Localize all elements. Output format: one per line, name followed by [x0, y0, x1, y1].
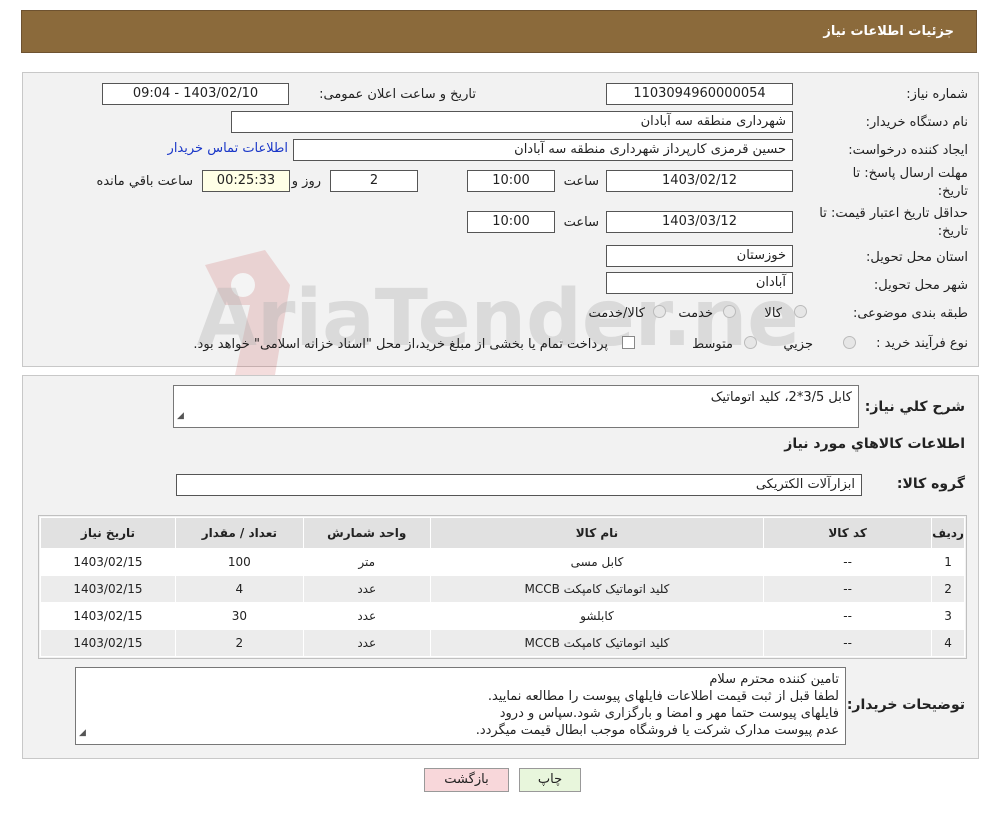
category-option-service: خدمت [678, 306, 713, 321]
city-label: شهر محل تحویل: [873, 278, 968, 293]
col-date: تاریخ نیاز [40, 517, 176, 549]
price-validity-date: 1403/03/12 [606, 211, 793, 233]
buyer-notes-line: تامین کننده محترم سلام [709, 672, 839, 687]
col-code: کد کالا [763, 517, 933, 549]
cell-qty: 2 [174, 629, 304, 657]
cell-name: کابل مسی [429, 548, 765, 576]
buyer-org-field: شهرداری منطقه سه آبادان [231, 111, 793, 133]
cell-name: کلید اتوماتیک کامپکت MCCB [429, 629, 765, 657]
summary-textarea: کابل 3/5*2، کلید اتوماتیک ◢ [173, 385, 859, 428]
cell-unit: عدد [302, 602, 431, 630]
price-time-label: ساعت [563, 215, 599, 230]
province-label: استان محل تحویل: [866, 250, 968, 265]
table-row: 1 -- کابل مسی متر 100 1403/02/15 [40, 548, 965, 576]
cell-qty: 100 [174, 548, 304, 576]
table-row: 2 -- کلید اتوماتیک کامپکت MCCB عدد 4 140… [40, 575, 965, 603]
col-name: نام کالا [429, 517, 765, 549]
print-button[interactable]: چاپ [519, 768, 581, 792]
price-validity-label: حداقل تاریخ اعتبار قیمت: تا [819, 206, 968, 221]
process-option-medium: متوسط [692, 337, 733, 352]
table-header-row: ردیف کد کالا نام کالا واحد شمارش تعداد /… [40, 517, 965, 549]
cell-name: کلید اتوماتیک کامپکت MCCB [429, 575, 765, 603]
buyer-contact-link[interactable]: اطلاعات تماس خریدار [168, 141, 288, 156]
summary-label: شرح کلي نياز: [864, 399, 965, 415]
table-row: 4 -- کلید اتوماتیک کامپکت MCCB عدد 2 140… [40, 629, 965, 657]
category-option-goods-service: کالا/خدمت [588, 306, 645, 321]
cell-code: -- [763, 602, 933, 630]
city-field: آبادان [606, 272, 793, 294]
cell-code: -- [763, 575, 933, 603]
reply-deadline-label: مهلت ارسال پاسخ: تا [852, 166, 968, 181]
page-header: جزئیات اطلاعات نیاز [21, 10, 977, 53]
price-validity-label-2: تاریخ: [937, 224, 968, 239]
reply-deadline-label-2: تاریخ: [937, 184, 968, 199]
cell-name: کابلشو [429, 602, 765, 630]
cell-unit: عدد [302, 575, 431, 603]
cell-code: -- [763, 629, 933, 657]
cell-code: -- [763, 548, 933, 576]
cell-date: 1403/02/15 [40, 629, 176, 657]
need-number-field: 1103094960000054 [606, 83, 793, 105]
remaining-time-field: 00:25:33 [202, 170, 290, 192]
cell-qty: 4 [174, 575, 304, 603]
reply-days-field: 2 [330, 170, 418, 192]
category-radio-goods[interactable] [794, 305, 807, 318]
treasury-checkbox[interactable] [622, 336, 635, 349]
remaining-label: ساعت باقي مانده [96, 174, 193, 189]
announce-datetime-field: 1403/02/10 - 09:04 [102, 83, 289, 105]
goods-group-field: ابزارآلات الکتریکی [176, 474, 862, 496]
goods-group-label: گروه کالا: [896, 476, 965, 492]
summary-text: کابل 3/5*2، کلید اتوماتیک [710, 390, 852, 405]
cell-qty: 30 [174, 602, 304, 630]
buyer-org-label: نام دستگاه خریدار: [865, 115, 968, 130]
reply-deadline-date: 1403/02/12 [606, 170, 793, 192]
days-label: روز و [291, 174, 321, 189]
process-option-minor: جزیي [783, 337, 813, 352]
announce-datetime-label: تاریخ و ساعت اعلان عمومی: [319, 87, 476, 102]
col-unit: واحد شمارش [302, 517, 431, 549]
cell-date: 1403/02/15 [40, 602, 176, 630]
cell-row-no: 1 [931, 548, 965, 576]
back-button[interactable]: بازگشت [424, 768, 509, 792]
cell-row-no: 4 [931, 629, 965, 657]
buyer-notes-label: توضیحات خریدار: [846, 697, 965, 713]
cell-row-no: 3 [931, 602, 965, 630]
need-number-label: شماره نیاز: [906, 87, 968, 102]
price-validity-time: 10:00 [467, 211, 555, 233]
resize-grip-icon[interactable]: ◢ [177, 408, 184, 425]
buyer-notes-textarea: تامین کننده محترم سلام لطفا قبل از ثبت ق… [75, 667, 846, 745]
cell-date: 1403/02/15 [40, 575, 176, 603]
reply-deadline-time: 10:00 [467, 170, 555, 192]
treasury-note: پرداخت تمام یا بخشی از مبلغ خرید،از محل … [193, 337, 608, 352]
requester-label: ایجاد کننده درخواست: [848, 143, 968, 158]
buyer-notes-line: فایلهای پیوست حتما مهر و امضا و بارگزاری… [499, 706, 839, 721]
col-row-no: ردیف [931, 517, 965, 549]
process-radio-medium[interactable] [744, 336, 757, 349]
category-radio-service[interactable] [723, 305, 736, 318]
reply-time-label: ساعت [563, 174, 599, 189]
cell-row-no: 2 [931, 575, 965, 603]
resize-grip-icon[interactable]: ◢ [79, 725, 86, 742]
goods-info-title: اطلاعات کالاهاي مورد نياز [784, 436, 965, 452]
requester-field: حسین قرمزی کارپرداز شهرداری منطقه سه آبا… [293, 139, 793, 161]
process-label: نوع فرآیند خرید : [876, 336, 968, 351]
process-radio-minor[interactable] [843, 336, 856, 349]
cell-unit: عدد [302, 629, 431, 657]
category-label: طبقه بندی موضوعی: [852, 306, 968, 321]
category-radio-goods-service[interactable] [653, 305, 666, 318]
cell-date: 1403/02/15 [40, 548, 176, 576]
items-table: ردیف کد کالا نام کالا واحد شمارش تعداد /… [40, 517, 965, 657]
province-field: خوزستان [606, 245, 793, 267]
category-option-goods: کالا [764, 306, 782, 321]
buyer-notes-line: لطفا قبل از ثبت قیمت اطلاعات فایلهای پیو… [487, 689, 839, 704]
buyer-notes-line: عدم پیوست مدارک شرکت یا فروشگاه موجب ابط… [475, 723, 839, 738]
page-title: جزئیات اطلاعات نیاز [823, 24, 954, 39]
col-qty: تعداد / مقدار [174, 517, 304, 549]
table-row: 3 -- کابلشو عدد 30 1403/02/15 [40, 602, 965, 630]
cell-unit: متر [302, 548, 431, 576]
